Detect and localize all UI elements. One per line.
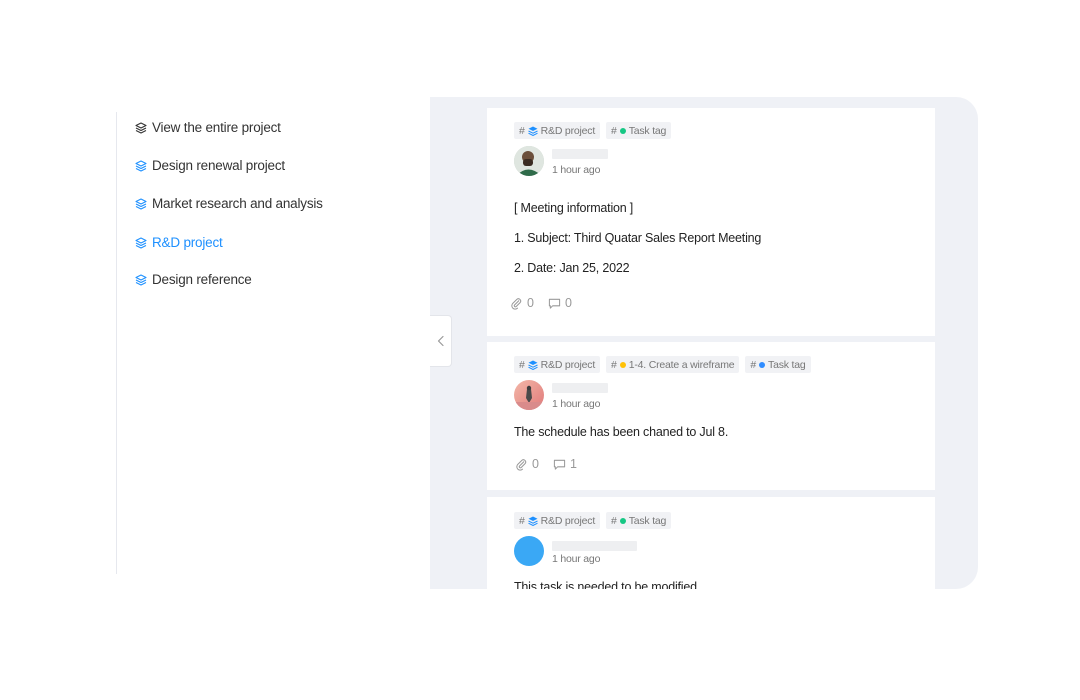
project-tag[interactable]: # R&D project: [514, 512, 601, 529]
tag-label: R&D project: [540, 124, 596, 137]
sidebar-item-label: R&D project: [152, 235, 223, 250]
comment-icon: [553, 459, 566, 470]
author-name-placeholder: [552, 541, 637, 551]
feed-card[interactable]: # R&D project # Task tag 1 hour ago [ Me…: [487, 108, 935, 336]
status-dot: [759, 361, 766, 368]
author-name-placeholder: [552, 149, 608, 159]
post-text: The schedule has been chaned to Jul 8.: [514, 425, 729, 439]
stack-icon: [527, 126, 538, 136]
sidebar-item-design-reference[interactable]: Design reference: [135, 272, 252, 287]
feed-card[interactable]: # R&D project # 1-4. Create a wireframe …: [487, 342, 935, 490]
hash-symbol: #: [611, 514, 617, 527]
tag-label: 1-4. Create a wireframe: [628, 358, 735, 371]
count-value: 0: [527, 296, 534, 310]
attachment-count[interactable]: 0: [510, 296, 534, 310]
paperclip-icon: [516, 458, 527, 471]
count-value: 0: [564, 296, 572, 310]
author-name-placeholder: [552, 383, 608, 393]
paperclip-icon: [511, 297, 522, 310]
project-tag[interactable]: # R&D project: [514, 356, 601, 373]
tag-list: # R&D project # Task tag: [514, 122, 672, 139]
sidebar-item-rd-project[interactable]: R&D project: [135, 235, 223, 250]
comment-icon: [548, 298, 561, 309]
sidebar-item-design-renewal[interactable]: Design renewal project: [135, 158, 285, 173]
stack-icon: [135, 159, 147, 172]
chevron-left-icon: [437, 335, 444, 347]
post-text: 1. Subject: Third Quatar Sales Report Me…: [514, 231, 762, 245]
collapse-sidebar-button[interactable]: [430, 315, 452, 367]
timestamp: 1 hour ago: [552, 553, 601, 565]
sidebar-item-label: Design reference: [152, 272, 252, 287]
task-tag[interactable]: # Task tag: [745, 356, 811, 373]
count-value: 0: [532, 457, 539, 471]
feed-card[interactable]: # R&D project # Task tag 1 hour ago This…: [487, 497, 935, 589]
tag-label: R&D project: [540, 514, 596, 527]
hash-symbol: #: [519, 124, 525, 137]
sidebar-item-entire-project[interactable]: View the entire project: [135, 120, 281, 135]
timestamp: 1 hour ago: [552, 398, 601, 410]
tag-list: # R&D project # Task tag: [514, 512, 672, 529]
post-text: 2. Date: Jan 25, 2022: [514, 261, 630, 275]
hash-symbol: #: [611, 124, 617, 137]
task-tag[interactable]: # Task tag: [606, 122, 672, 139]
task-tag[interactable]: # Task tag: [606, 512, 672, 529]
avatar[interactable]: [514, 146, 544, 176]
post-text: This task is needed to be modified: [514, 580, 697, 589]
tag-list: # R&D project # 1-4. Create a wireframe …: [514, 356, 811, 373]
stack-icon: [527, 360, 538, 370]
tag-label: R&D project: [540, 358, 596, 371]
comment-count[interactable]: 0: [548, 296, 572, 310]
avatar[interactable]: [514, 380, 544, 410]
status-dot: [619, 517, 626, 524]
stack-icon: [135, 273, 147, 286]
project-tag[interactable]: # R&D project: [514, 122, 601, 139]
task-tag[interactable]: # 1-4. Create a wireframe: [606, 356, 740, 373]
tag-label: Task tag: [768, 358, 806, 371]
hash-symbol: #: [519, 514, 525, 527]
activity-feed: # R&D project # Task tag 1 hour ago [ Me…: [430, 97, 978, 589]
count-value: 1: [569, 457, 577, 471]
hash-symbol: #: [519, 358, 525, 371]
stack-icon: [135, 197, 147, 210]
post-text: [ Meeting information ]: [514, 201, 634, 215]
tag-label: Task tag: [628, 514, 667, 527]
stack-icon: [527, 516, 538, 526]
tag-label: Task tag: [628, 124, 667, 137]
hash-symbol: #: [611, 358, 617, 371]
avatar[interactable]: [514, 536, 544, 566]
status-dot: [619, 361, 626, 368]
hash-symbol: #: [750, 358, 757, 371]
sidebar-item-market-research[interactable]: Market research and analysis: [135, 196, 323, 211]
timestamp: 1 hour ago: [552, 164, 601, 176]
post-stats: 0 1: [515, 457, 577, 471]
status-dot: [619, 127, 626, 134]
attachment-count[interactable]: 0: [515, 457, 539, 471]
sidebar-item-label: Market research and analysis: [152, 196, 323, 211]
post-stats: 0 0: [510, 296, 572, 310]
sidebar-item-label: View the entire project: [152, 120, 281, 135]
sidebar-item-label: Design renewal project: [152, 158, 285, 173]
comment-count[interactable]: 1: [553, 457, 577, 471]
stack-icon: [135, 236, 147, 249]
stack-icon: [135, 121, 147, 134]
project-sidebar: View the entire project Design renewal p…: [116, 112, 431, 574]
